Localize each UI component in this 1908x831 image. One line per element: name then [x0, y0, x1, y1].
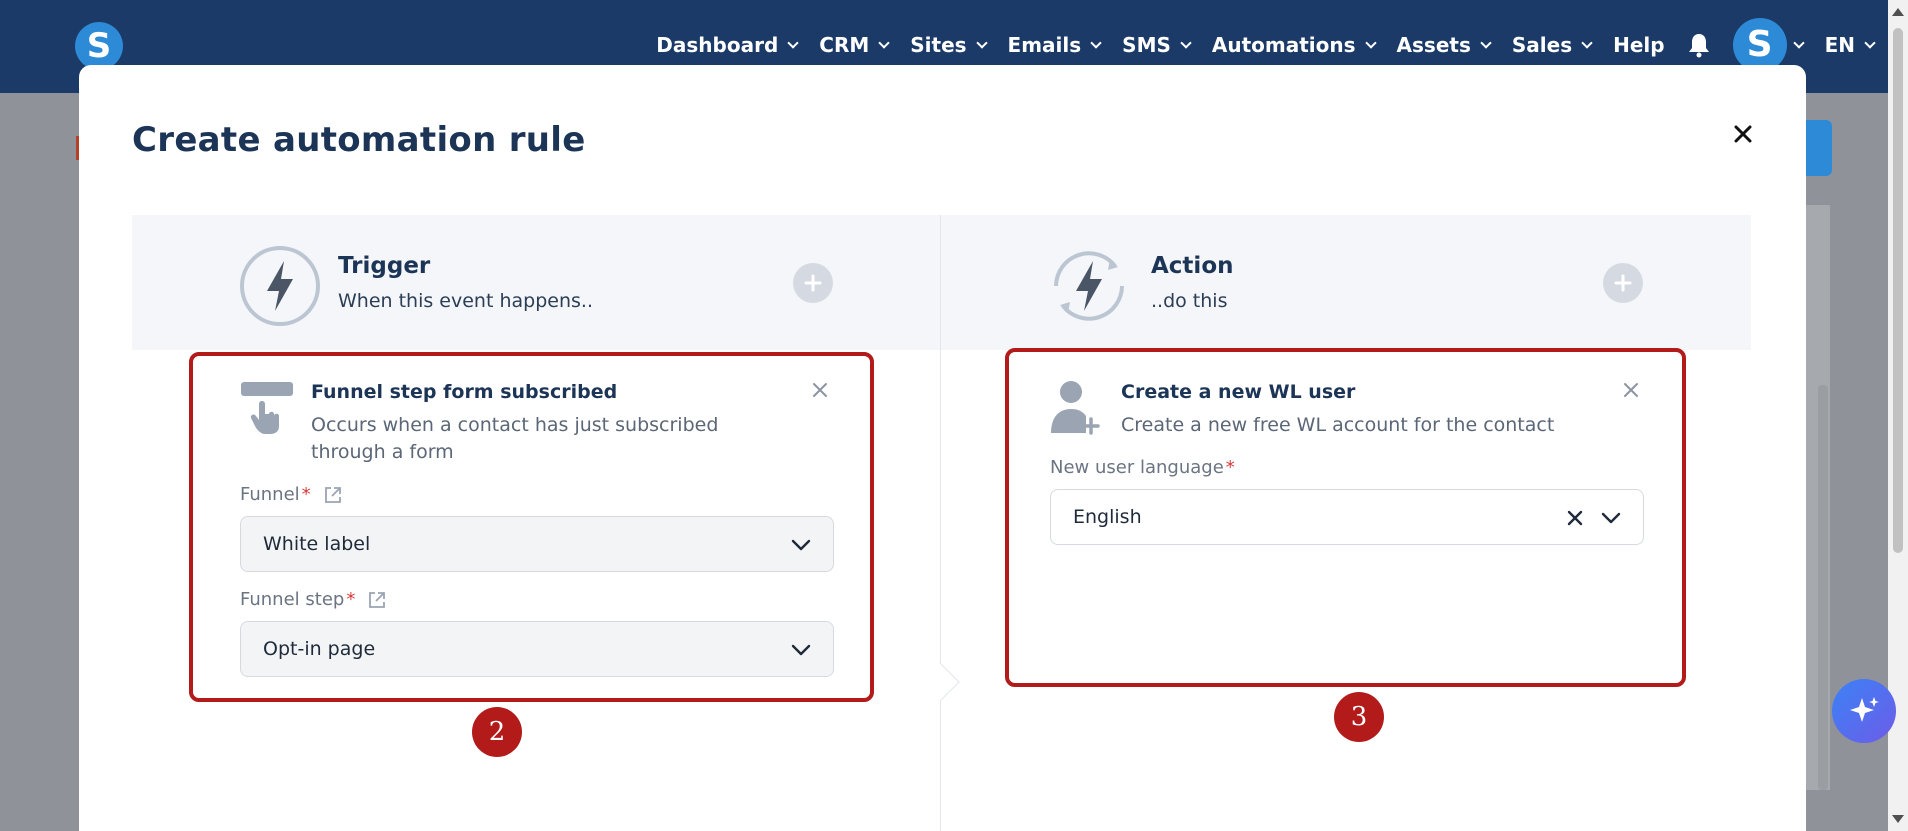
nav-item-label: Help — [1613, 33, 1665, 57]
funnel-label-text: Funnel — [240, 484, 300, 505]
nav-item-assets[interactable]: Assets — [1396, 33, 1492, 57]
funnel-select[interactable]: White label — [240, 516, 834, 572]
external-link-icon[interactable] — [367, 590, 387, 610]
chevron-down-icon — [1364, 36, 1377, 49]
nav-item-label: CRM — [819, 33, 870, 57]
required-marker: * — [301, 484, 311, 505]
create-automation-modal: Create automation rule Trigger When this… — [79, 65, 1806, 831]
required-marker: * — [346, 589, 356, 610]
user-language-select-value: English — [1073, 506, 1142, 528]
action-subtitle: ..do this — [1151, 290, 1228, 312]
chevron-down-icon — [1864, 36, 1876, 49]
nav-item-automations[interactable]: Automations — [1211, 33, 1377, 57]
nav-item-sales[interactable]: Sales — [1511, 33, 1593, 57]
brand-logo[interactable]: S — [75, 22, 123, 70]
modal-close-button[interactable] — [1726, 117, 1760, 151]
scroll-down-arrow-icon[interactable] — [1892, 815, 1904, 823]
ai-assistant-button[interactable] — [1832, 679, 1896, 743]
nav-item-crm[interactable]: CRM — [819, 33, 890, 57]
chevron-down-icon — [791, 644, 811, 656]
required-marker: * — [1225, 457, 1235, 478]
nav-item-label: Sales — [1511, 33, 1573, 57]
nav-item-label: Assets — [1396, 33, 1471, 57]
modal-title: Create automation rule — [132, 120, 586, 160]
close-icon — [1734, 125, 1752, 143]
scrollbar-thumb[interactable] — [1893, 28, 1903, 553]
user-language-label-text: New user language — [1050, 457, 1224, 478]
chevron-down-icon — [791, 539, 811, 551]
funnel-step-label-text: Funnel step — [240, 589, 345, 610]
trigger-title: Trigger — [338, 253, 431, 279]
background-rail — [1818, 385, 1828, 790]
external-link-icon[interactable] — [323, 485, 343, 505]
scroll-up-arrow-icon[interactable] — [1892, 8, 1904, 16]
funnel-select-value: White label — [263, 533, 371, 555]
close-icon — [1624, 383, 1638, 397]
chevron-down-icon — [1480, 36, 1492, 49]
chevron-down-icon — [787, 36, 799, 49]
chevron-down-icon — [1180, 36, 1192, 49]
nav-item-help[interactable]: Help — [1613, 33, 1664, 57]
language-selector[interactable]: EN — [1824, 33, 1876, 57]
user-avatar[interactable]: S — [1732, 18, 1787, 72]
plus-icon — [804, 274, 822, 292]
nav-item-sites[interactable]: Sites — [910, 33, 988, 57]
nav-item-label: SMS — [1122, 33, 1171, 57]
action-title: Action — [1151, 253, 1234, 279]
bell-icon[interactable] — [1687, 32, 1711, 58]
clear-icon[interactable] — [1565, 508, 1585, 528]
chevron-down-icon — [1581, 36, 1593, 49]
nav-item-label: Dashboard — [656, 33, 779, 57]
add-action-button[interactable] — [1603, 263, 1643, 303]
chevron-down-icon — [975, 36, 988, 49]
add-trigger-button[interactable] — [793, 263, 833, 303]
action-card-title: Create a new WL user — [1121, 381, 1356, 403]
action-card-description: Create a new free WL account for the con… — [1121, 414, 1555, 436]
trigger-subtitle: When this event happens.. — [338, 290, 593, 312]
chevron-down-icon — [1601, 512, 1621, 524]
user-language-select[interactable]: English — [1050, 489, 1644, 545]
form-click-icon — [241, 382, 293, 434]
funnel-step-select-value: Opt-in page — [263, 638, 376, 660]
flow-arrow — [920, 662, 960, 702]
plus-icon — [1614, 274, 1632, 292]
remove-trigger-button[interactable] — [809, 379, 831, 401]
funnel-label: Funnel * — [240, 484, 343, 505]
funnel-step-label: Funnel step * — [240, 589, 387, 610]
lightning-icon — [240, 246, 320, 326]
annotation-badge-2: 2 — [472, 707, 522, 757]
close-icon — [813, 383, 827, 397]
funnel-step-select[interactable]: Opt-in page — [240, 621, 834, 677]
lightning-cycle-icon — [1054, 251, 1124, 321]
language-label: EN — [1824, 33, 1855, 57]
nav-item-label: Automations — [1211, 33, 1356, 57]
chevron-down-icon — [878, 36, 890, 49]
avatar-chevron-down-icon[interactable] — [1792, 36, 1805, 49]
annotation-badge-3: 3 — [1334, 692, 1384, 742]
trigger-card-description: Occurs when a contact has just subscribe… — [311, 414, 719, 463]
nav-item-emails[interactable]: Emails — [1007, 33, 1102, 57]
user-language-label: New user language * — [1050, 457, 1235, 478]
nav-item-sms[interactable]: SMS — [1122, 33, 1192, 57]
nav-item-label: Sites — [910, 33, 967, 57]
add-user-icon — [1051, 381, 1100, 435]
chevron-down-icon — [1090, 36, 1102, 49]
column-divider — [940, 215, 941, 831]
trigger-card-title: Funnel step form subscribed — [311, 381, 618, 403]
nav-item-label: Emails — [1007, 33, 1082, 57]
nav-item-dashboard[interactable]: Dashboard — [656, 33, 799, 57]
sparkle-icon — [1850, 697, 1879, 722]
remove-action-button[interactable] — [1620, 379, 1642, 401]
